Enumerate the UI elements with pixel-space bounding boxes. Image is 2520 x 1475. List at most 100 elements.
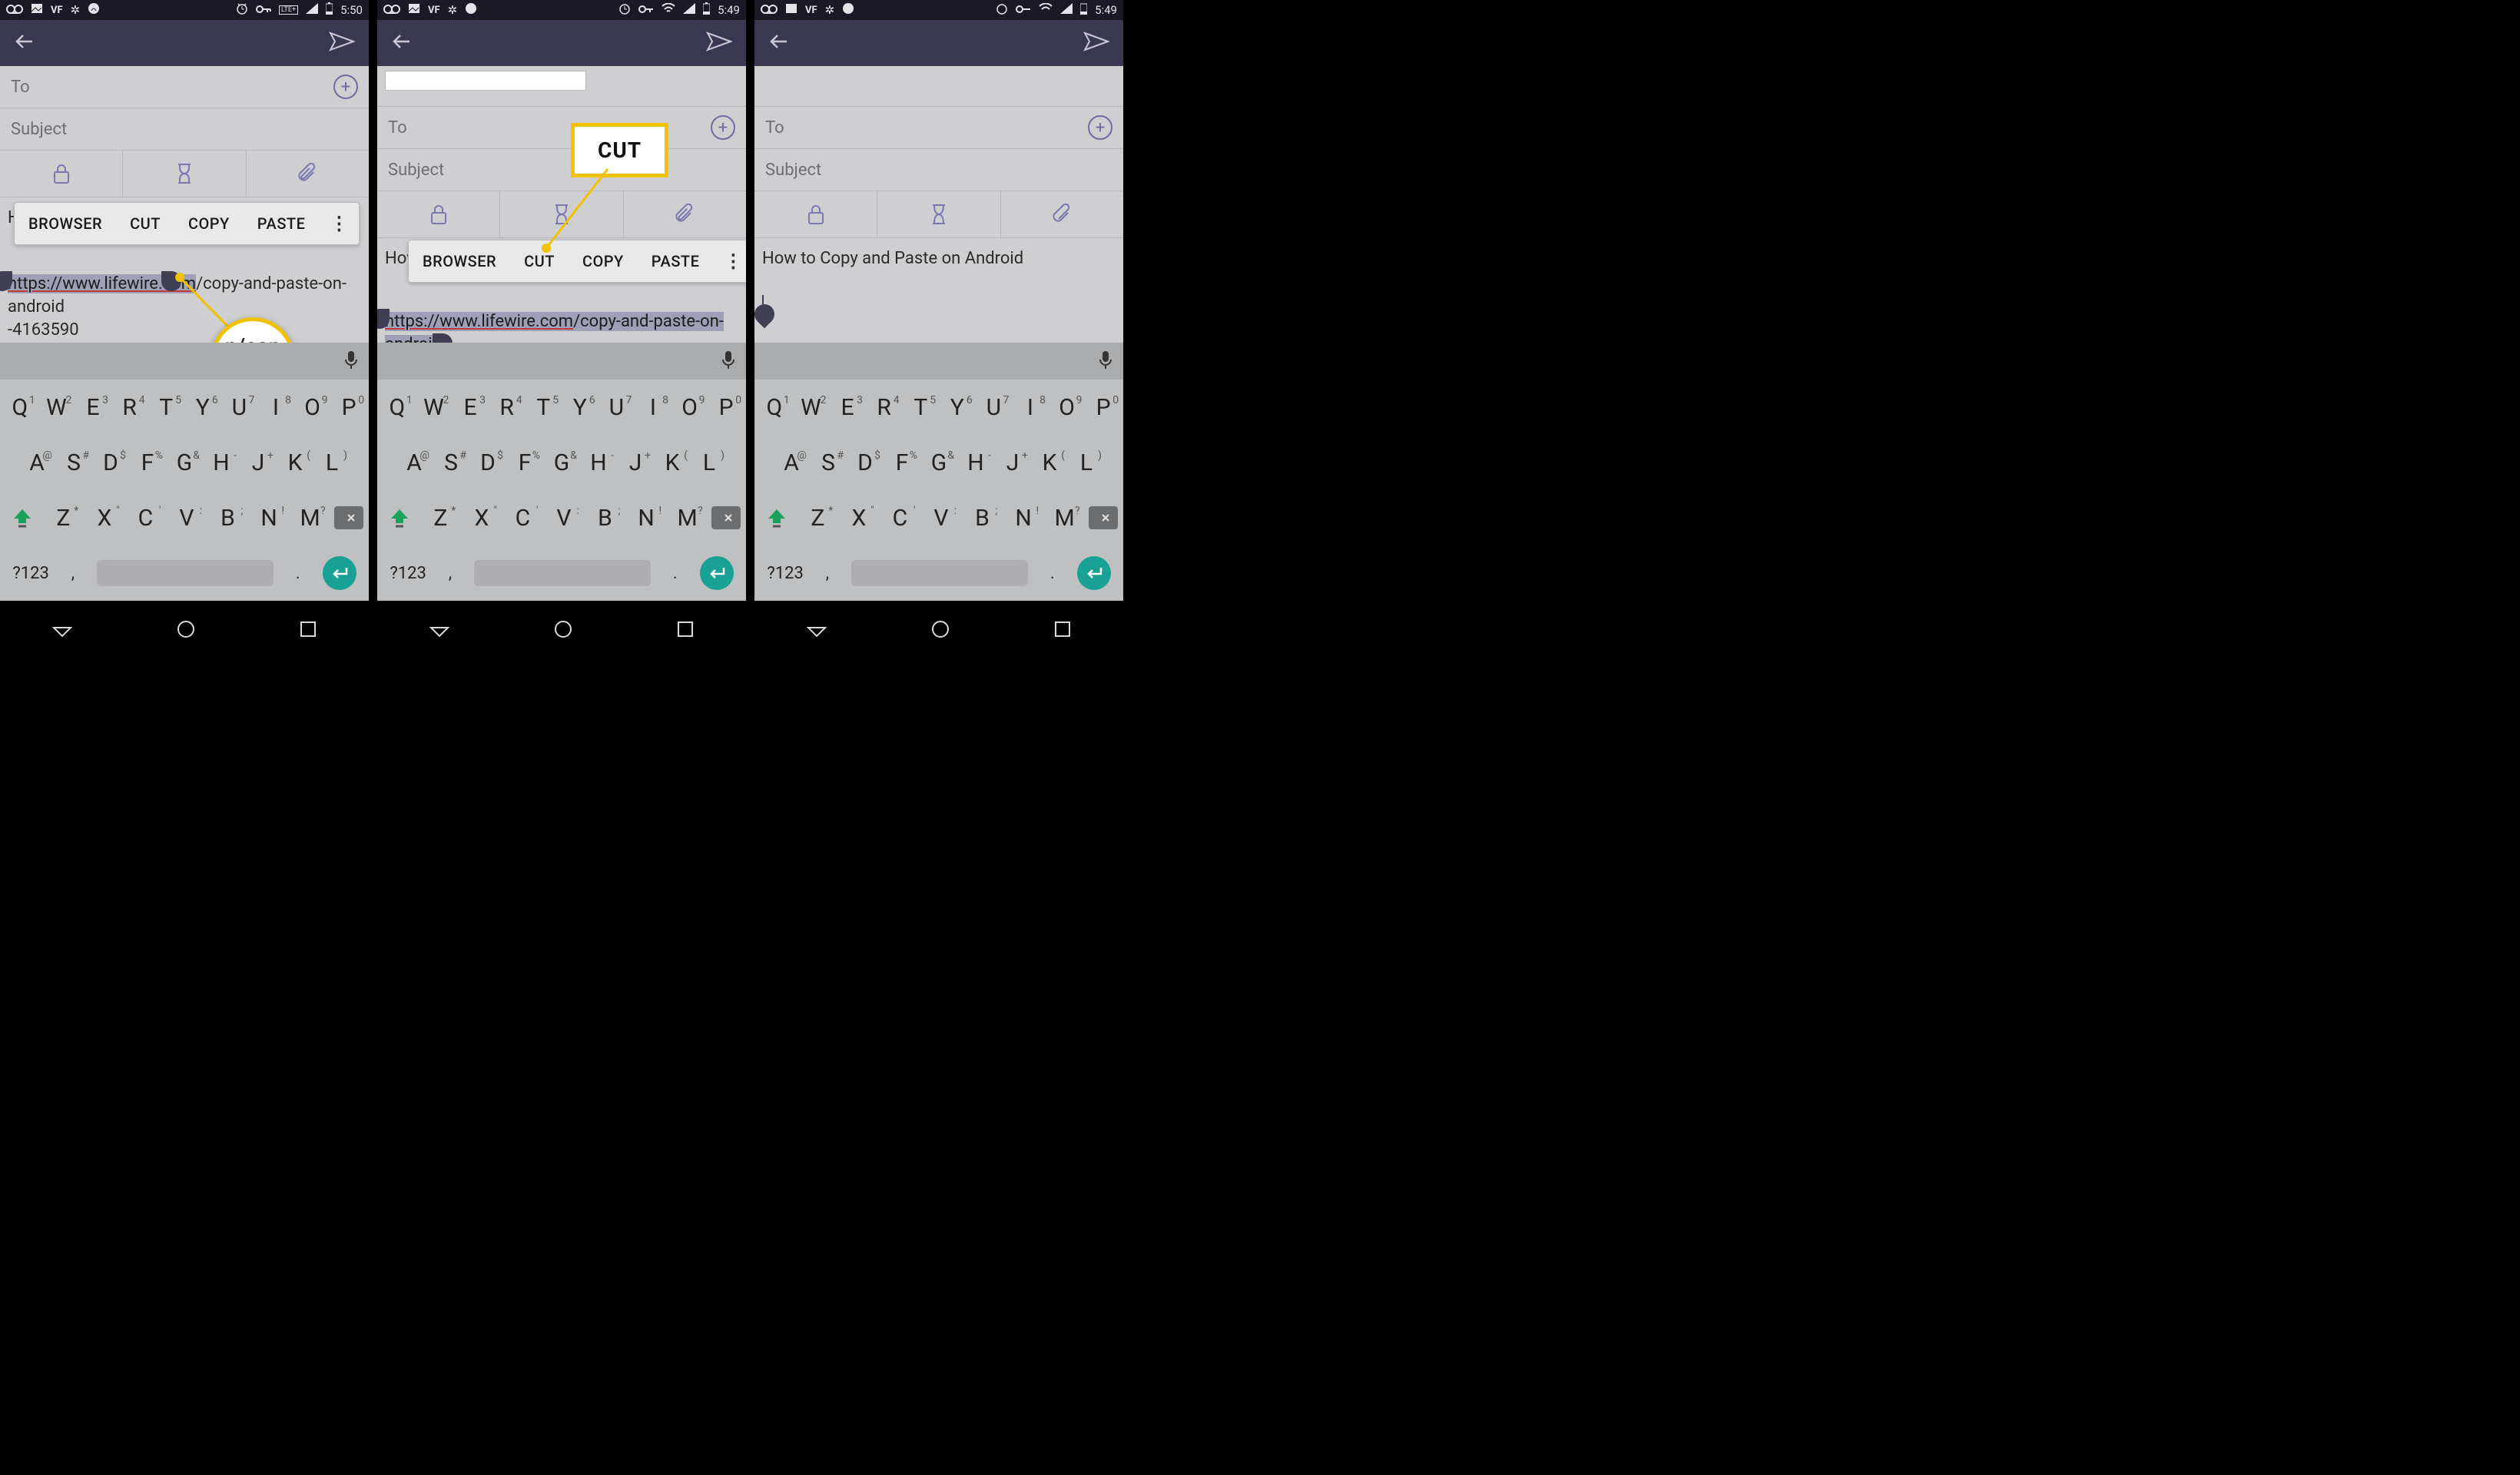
key-r[interactable]: 4R <box>490 394 524 421</box>
key-k[interactable]: (K <box>1033 449 1066 476</box>
key-d[interactable]: $D <box>471 449 505 476</box>
key-y[interactable]: 6Y <box>940 394 974 421</box>
key-c[interactable]: 'C <box>883 505 917 532</box>
key-v[interactable]: :V <box>547 505 581 532</box>
keyboard[interactable]: 1Q2W3E4R5T6Y7U8I9O0P @A#S$D%F&G-H+J(K)L … <box>754 380 1123 601</box>
shift-key[interactable] <box>383 501 416 535</box>
send-button[interactable] <box>329 30 355 56</box>
key-x[interactable]: "X <box>465 505 499 532</box>
enter-key[interactable] <box>1077 556 1111 590</box>
space-key[interactable] <box>851 560 1028 586</box>
key-h[interactable]: -H <box>204 449 238 476</box>
key-d[interactable]: $D <box>848 449 882 476</box>
ctx-more[interactable]: ⋮ <box>319 212 359 235</box>
subject-field[interactable]: Subject <box>754 149 1123 191</box>
key-s[interactable]: #S <box>434 449 468 476</box>
key-t[interactable]: 5T <box>149 394 183 421</box>
key-g[interactable]: &G <box>545 449 579 476</box>
key-o[interactable]: 9O <box>1050 394 1084 421</box>
key-g[interactable]: &G <box>167 449 201 476</box>
key-z[interactable]: *Z <box>423 505 457 532</box>
key-t[interactable]: 5T <box>904 394 937 421</box>
nav-recent[interactable] <box>300 621 317 641</box>
shift-key[interactable] <box>5 501 39 535</box>
key-e[interactable]: 3E <box>453 394 487 421</box>
period-key[interactable]: . <box>1050 564 1055 583</box>
key-p[interactable]: 0P <box>332 394 366 421</box>
key-s[interactable]: #S <box>57 449 91 476</box>
key-x[interactable]: "X <box>88 505 121 532</box>
subject-field[interactable]: Subject <box>0 108 369 151</box>
nav-home[interactable] <box>930 619 950 642</box>
keyboard[interactable]: 1Q2W3E4R5T6Y7U8I9O0P @A#S$D%F&G-H+J(K)L … <box>0 380 369 601</box>
key-m[interactable]: ?M <box>293 505 327 532</box>
nav-back[interactable] <box>807 619 827 642</box>
expire-button[interactable] <box>877 191 1000 237</box>
message-body[interactable]: How to Copy and Paste on Android <box>754 238 1123 349</box>
attach-button[interactable] <box>247 151 369 197</box>
symbols-key[interactable]: ?123 <box>12 564 49 583</box>
key-v[interactable]: :V <box>170 505 204 532</box>
key-l[interactable]: )L <box>692 449 726 476</box>
key-r[interactable]: 4R <box>113 394 147 421</box>
key-x[interactable]: "X <box>842 505 876 532</box>
send-button[interactable] <box>1083 30 1109 56</box>
nav-recent[interactable] <box>677 621 694 641</box>
key-f[interactable]: %F <box>131 449 164 476</box>
add-recipient-button[interactable]: + <box>1088 115 1112 140</box>
key-j[interactable]: +J <box>996 449 1030 476</box>
key-b[interactable]: ;B <box>589 505 622 532</box>
key-m[interactable]: ?M <box>1048 505 1082 532</box>
nav-recent[interactable] <box>1054 621 1071 641</box>
period-key[interactable]: . <box>673 564 678 583</box>
key-f[interactable]: %F <box>885 449 919 476</box>
key-a[interactable]: @A <box>397 449 431 476</box>
backspace-key[interactable] <box>711 506 741 529</box>
key-l[interactable]: )L <box>1069 449 1103 476</box>
enter-key[interactable] <box>700 556 734 590</box>
key-i[interactable]: 8I <box>1013 394 1047 421</box>
key-p[interactable]: 0P <box>1086 394 1120 421</box>
comma-key[interactable]: , <box>826 564 829 583</box>
to-field[interactable]: To + <box>0 66 369 108</box>
key-e[interactable]: 3E <box>76 394 110 421</box>
key-l[interactable]: )L <box>315 449 349 476</box>
key-w[interactable]: 2W <box>794 394 827 421</box>
mic-button[interactable] <box>344 350 358 372</box>
cursor-handle[interactable] <box>754 300 778 329</box>
key-f[interactable]: %F <box>508 449 542 476</box>
key-h[interactable]: -H <box>582 449 615 476</box>
key-o[interactable]: 9O <box>296 394 330 421</box>
key-m[interactable]: ?M <box>671 505 705 532</box>
key-h[interactable]: -H <box>959 449 993 476</box>
key-k[interactable]: (K <box>655 449 689 476</box>
key-j[interactable]: +J <box>618 449 652 476</box>
mic-button[interactable] <box>721 350 735 372</box>
key-e[interactable]: 3E <box>831 394 864 421</box>
key-i[interactable]: 8I <box>259 394 293 421</box>
key-v[interactable]: :V <box>924 505 958 532</box>
nav-home[interactable] <box>553 619 573 642</box>
space-key[interactable] <box>474 560 651 586</box>
to-field[interactable]: To + <box>754 107 1123 149</box>
space-key[interactable] <box>97 560 274 586</box>
backspace-key[interactable] <box>1089 506 1118 529</box>
period-key[interactable]: . <box>296 564 300 583</box>
key-d[interactable]: $D <box>94 449 128 476</box>
suggestion-strip[interactable] <box>377 343 746 380</box>
key-b[interactable]: ;B <box>966 505 1000 532</box>
add-recipient-button[interactable]: + <box>333 75 358 99</box>
back-button[interactable] <box>14 31 35 55</box>
key-a[interactable]: @A <box>20 449 54 476</box>
suggestion-strip[interactable] <box>0 343 369 380</box>
selected-url-base[interactable]: https://www.lifewire.com <box>385 312 573 331</box>
key-y[interactable]: 6Y <box>563 394 597 421</box>
expire-button[interactable] <box>123 151 246 197</box>
key-q[interactable]: 1Q <box>3 394 37 421</box>
key-o[interactable]: 9O <box>673 394 707 421</box>
key-p[interactable]: 0P <box>709 394 743 421</box>
enter-key[interactable] <box>323 556 356 590</box>
key-n[interactable]: !N <box>629 505 663 532</box>
mic-button[interactable] <box>1099 350 1112 372</box>
key-b[interactable]: ;B <box>211 505 245 532</box>
